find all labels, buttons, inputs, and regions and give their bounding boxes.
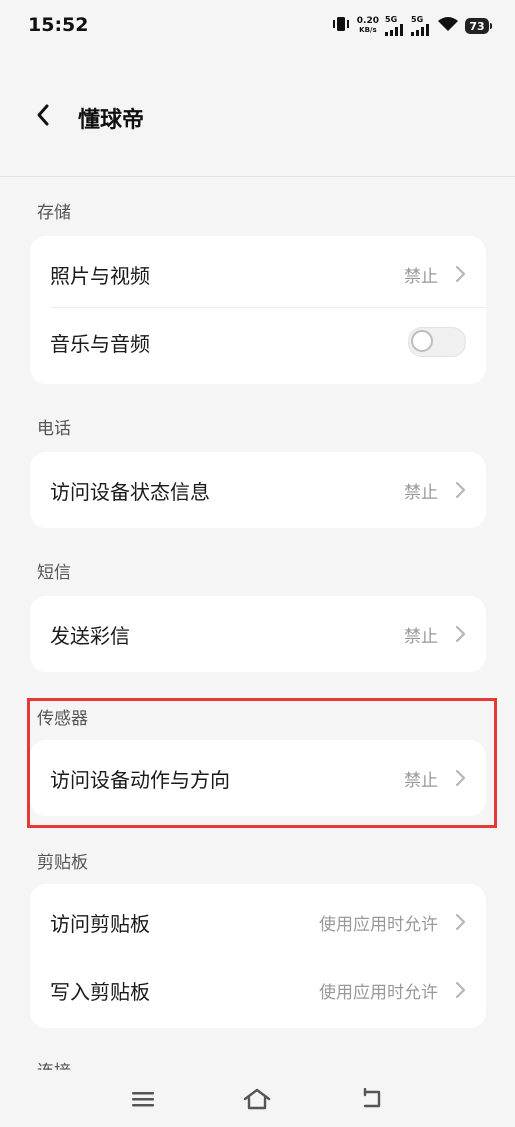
highlight-box <box>27 698 497 828</box>
permission-row-photos-videos[interactable]: 照片与视频 禁止 <box>30 240 486 308</box>
chevron-right-icon <box>455 981 466 999</box>
wifi-icon <box>437 16 459 36</box>
sim1-signal: 5G <box>385 16 405 36</box>
chevron-right-icon <box>455 913 466 931</box>
sim2-signal: 5G <box>411 16 431 36</box>
permission-row-write-clipboard[interactable]: 写入剪贴板 使用应用时允许 <box>30 956 486 1024</box>
permission-row-music-audio: 音乐与音频 <box>30 308 486 376</box>
section-title-phone: 电话 <box>37 419 71 439</box>
header-divider <box>0 176 515 177</box>
row-label: 写入剪贴板 <box>50 979 150 1004</box>
clipboard-card: 访问剪贴板 使用应用时允许 写入剪贴板 使用应用时允许 <box>30 884 486 1028</box>
row-label: 访问剪贴板 <box>50 911 150 936</box>
menu-button[interactable] <box>126 1082 160 1116</box>
back-arrow-icon <box>37 104 49 126</box>
row-label: 访问设备状态信息 <box>50 479 210 504</box>
row-value: 使用应用时允许 <box>319 982 438 1003</box>
network-speed-unit: KB/s <box>359 26 377 34</box>
chevron-right-icon <box>455 265 466 283</box>
music-audio-toggle[interactable] <box>408 327 466 357</box>
section-title-sms: 短信 <box>37 563 71 583</box>
section-title-storage: 存储 <box>37 203 71 223</box>
row-label: 音乐与音频 <box>50 331 150 356</box>
row-value: 禁止 <box>404 266 438 287</box>
row-value: 禁止 <box>404 626 438 647</box>
signal-icon <box>411 24 429 36</box>
network-speed-value: 0.20 <box>356 16 379 26</box>
storage-card: 照片与视频 禁止 音乐与音频 <box>30 236 486 384</box>
permission-row-read-clipboard[interactable]: 访问剪贴板 使用应用时允许 <box>30 888 486 956</box>
app-header: 懂球帝 <box>0 80 515 154</box>
network-speed: 0.20 KB/s <box>357 17 379 35</box>
system-nav-bar <box>0 1070 515 1127</box>
sms-card: 发送彩信 禁止 <box>30 596 486 672</box>
sim1-label: 5G <box>385 15 398 24</box>
return-icon <box>363 1088 381 1108</box>
menu-icon <box>132 1092 154 1107</box>
back-nav-button[interactable] <box>355 1082 389 1116</box>
page-title: 懂球帝 <box>78 108 145 133</box>
vibrate-icon <box>331 16 351 36</box>
permission-row-device-status[interactable]: 访问设备状态信息 禁止 <box>30 456 486 524</box>
status-bar: 15:52 0.20 KB/s 5G 5G 73 <box>0 0 515 52</box>
toggle-knob <box>411 330 433 352</box>
home-button[interactable] <box>240 1082 274 1116</box>
battery-indicator: 73 <box>465 18 492 34</box>
home-icon <box>243 1088 271 1110</box>
section-title-clipboard: 剪贴板 <box>37 853 88 873</box>
back-button[interactable] <box>26 98 60 132</box>
status-time: 15:52 <box>28 14 89 36</box>
chevron-right-icon <box>455 625 466 643</box>
row-value: 禁止 <box>404 482 438 503</box>
row-label: 发送彩信 <box>50 623 130 648</box>
permission-row-send-mms[interactable]: 发送彩信 禁止 <box>30 600 486 668</box>
row-label: 照片与视频 <box>50 263 150 288</box>
signal-icon <box>385 24 403 36</box>
sim2-label: 5G <box>411 15 424 24</box>
phone-card: 访问设备状态信息 禁止 <box>30 452 486 528</box>
status-icons: 0.20 KB/s 5G 5G 73 <box>331 14 492 38</box>
chevron-right-icon <box>455 481 466 499</box>
row-value: 使用应用时允许 <box>319 914 438 935</box>
